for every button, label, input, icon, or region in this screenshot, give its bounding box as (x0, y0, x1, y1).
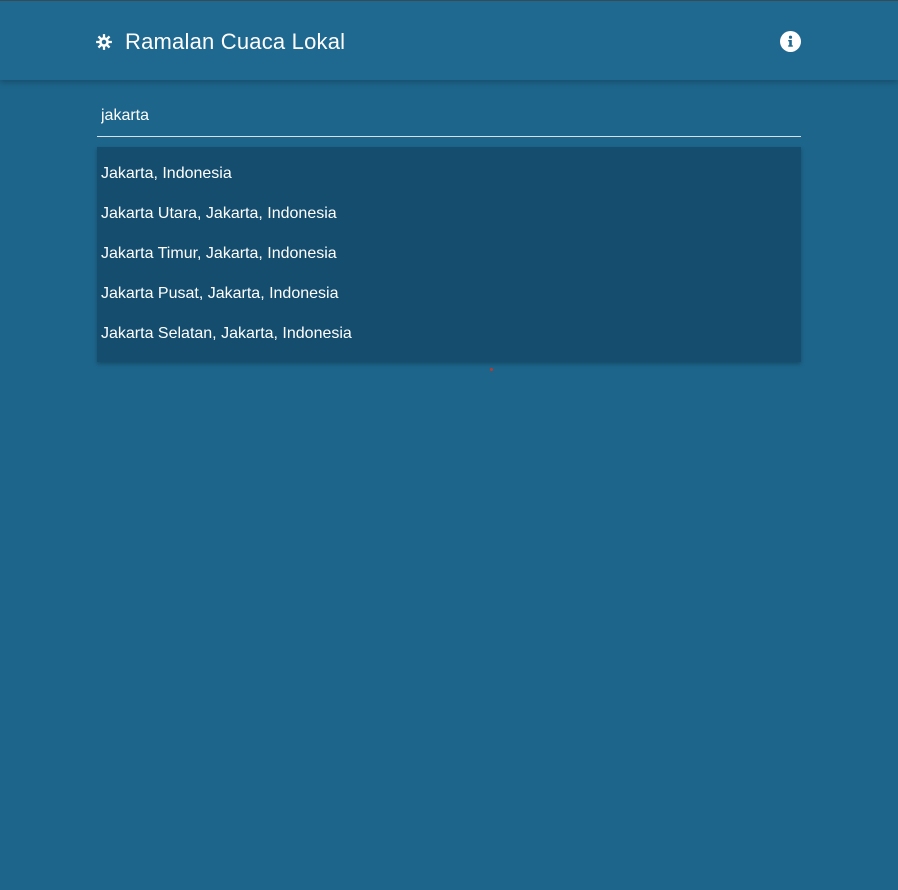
search-field (97, 98, 801, 137)
app-title: Ramalan Cuaca Lokal (125, 29, 346, 54)
brand: Ramalan Cuaca Lokal (95, 27, 345, 57)
gear-icon (95, 33, 113, 51)
suggestion-item[interactable]: Jakarta Utara, Jakarta, Indonesia (97, 194, 801, 234)
suggestions-dropdown: Jakarta, Indonesia Jakarta Utara, Jakart… (97, 147, 801, 362)
suggestion-item[interactable]: Jakarta Selatan, Jakarta, Indonesia (97, 314, 801, 354)
suggestion-item[interactable]: Jakarta, Indonesia (97, 154, 801, 194)
suggestion-item[interactable]: Jakarta Timur, Jakarta, Indonesia (97, 234, 801, 274)
app-bar: Ramalan Cuaca Lokal (0, 0, 898, 80)
info-button[interactable] (780, 31, 801, 52)
suggestion-item[interactable]: Jakarta Pusat, Jakarta, Indonesia (97, 274, 801, 314)
search-input[interactable] (97, 98, 801, 134)
loading-dot (490, 368, 493, 371)
info-icon (780, 31, 801, 52)
